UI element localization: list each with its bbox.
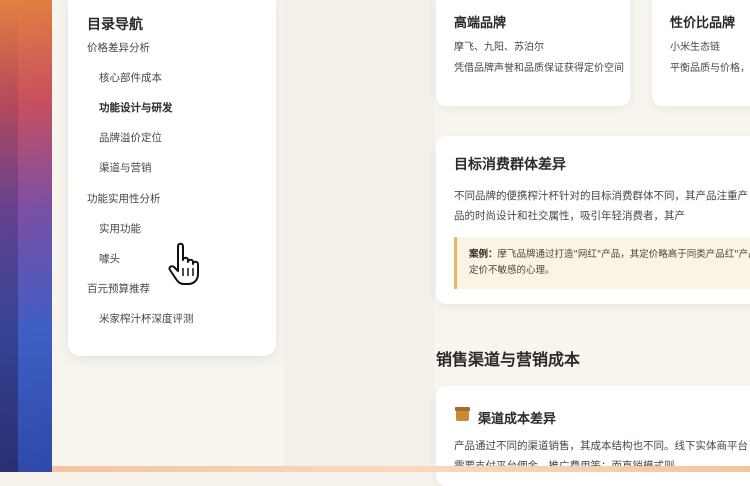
consumer-paragraph: 不同品牌的便携榨汁杯针对的目标消费群体不同，其产品注重产品的时尚设计和社交属性，… — [454, 190, 748, 222]
case-text: 案例：摩飞品牌通过打造"网红"产品，其定价略高于同类产品红"产品定价不敏感的心理… — [469, 247, 750, 279]
column-gutter — [284, 0, 434, 472]
box-icon — [455, 407, 470, 421]
sales-section-title: 销售渠道与营销成本 — [436, 350, 581, 369]
toc-item-budget[interactable]: 百元预算推荐 — [87, 281, 150, 296]
consumer-title: 目标消费群体差异 — [454, 157, 566, 173]
case-callout: 案例：摩飞品牌通过打造"网红"产品，其定价略高于同类产品红"产品定价不敏感的心理… — [454, 237, 750, 289]
toc-sidebar: 目录导航 价格差异分析 核心部件成本 功能设计与研发 品牌溢价定位 渠道与营销 … — [68, 0, 276, 356]
toc-item-core-cost[interactable]: 核心部件成本 — [99, 70, 162, 85]
toc-item-function[interactable]: 功能实用性分析 — [87, 191, 161, 206]
brand-card-desc: 凭借品牌声誉和品质保证获得定价空间 — [454, 63, 624, 74]
toc-item-practical[interactable]: 实用功能 — [99, 221, 141, 236]
toc-item-gimmick[interactable]: 噱头 — [99, 251, 120, 266]
channel-cost-title: 渠道成本差异 — [478, 412, 557, 427]
hand-pointer-icon — [168, 242, 199, 285]
page-content: 目录导航 价格差异分析 核心部件成本 功能设计与研发 品牌溢价定位 渠道与营销 … — [52, 0, 750, 486]
brand-card-premium: 高端品牌 摩飞、九阳、苏泊尔 凭借品牌声誉和品质保证获得定价空间 — [436, 0, 630, 106]
brand-card-desc: 平衡品质与价格， — [670, 63, 750, 74]
case-body: 摩飞品牌通过打造"网红"产品，其定价略高于同类产品红"产品定价不敏感的心理。 — [469, 249, 750, 276]
toc-heading: 目录导航 — [87, 17, 143, 33]
desktop-background — [0, 0, 52, 472]
dock-shadow — [0, 0, 18, 472]
window-bottom-edge — [52, 466, 750, 472]
brand-card-brands: 小米生态链 — [670, 42, 720, 53]
brand-card-brands: 摩飞、九阳、苏泊尔 — [454, 42, 544, 53]
toc-item-channel[interactable]: 渠道与营销 — [99, 160, 152, 175]
brand-card-value: 性价比品牌 小米生态链 平衡品质与价格， — [652, 0, 750, 106]
toc-item-review[interactable]: 米家榨汁杯深度评测 — [99, 311, 194, 326]
toc-item-brand-premium[interactable]: 品牌溢价定位 — [99, 130, 162, 145]
case-label: 案例： — [469, 249, 498, 260]
brand-card-title: 高端品牌 — [454, 16, 507, 31]
toc-item-price-diff[interactable]: 价格差异分析 — [87, 40, 150, 55]
brand-card-title: 性价比品牌 — [670, 16, 736, 31]
toc-item-design-rd[interactable]: 功能设计与研发 — [99, 100, 173, 115]
